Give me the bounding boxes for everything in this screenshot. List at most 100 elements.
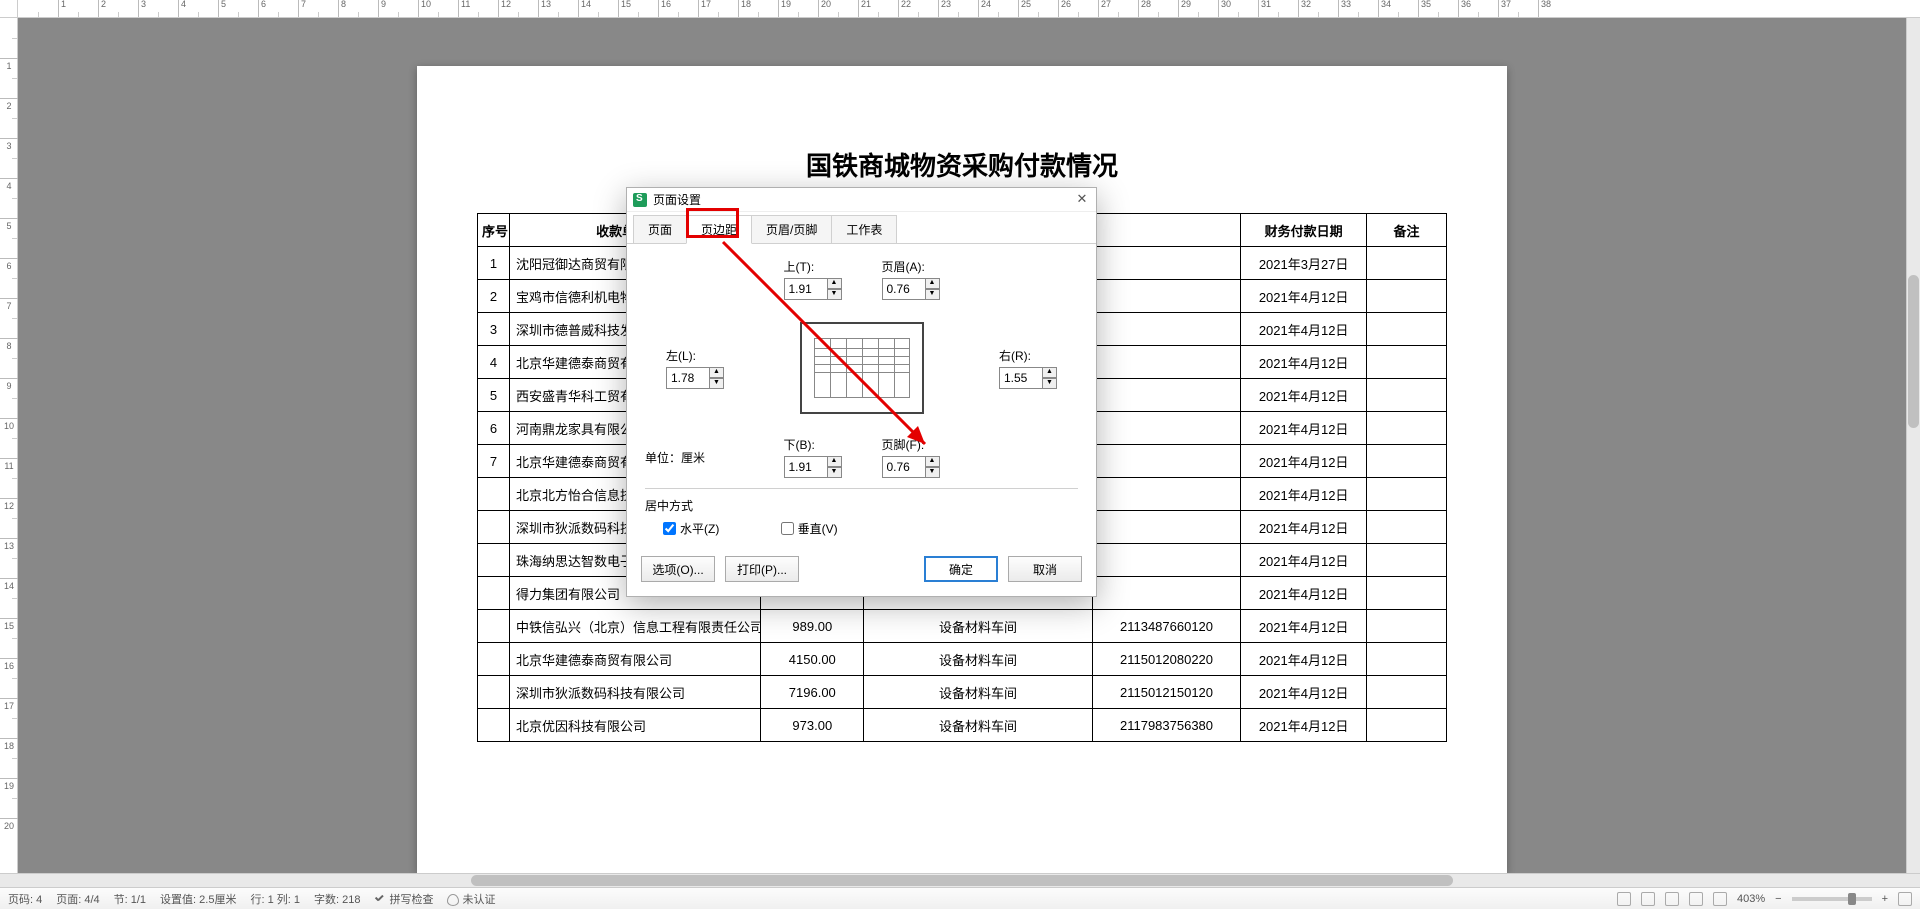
margin-footer-label: 页脚(F): (882, 436, 940, 453)
view-mode-icon-1[interactable] (1617, 892, 1631, 906)
margin-left-input[interactable] (666, 367, 710, 389)
tab-margin[interactable]: 页边距 (686, 215, 752, 244)
view-mode-icon-3[interactable] (1665, 892, 1679, 906)
margin-right-up[interactable]: ▲ (1043, 367, 1057, 378)
margin-header-up[interactable]: ▲ (926, 278, 940, 289)
th-note: 备注 (1366, 214, 1446, 247)
cell-acct: 2115012080220 (1092, 643, 1241, 676)
cell-acct (1092, 280, 1241, 313)
cell-idx: 1 (478, 247, 510, 280)
cell-date: 2021年4月12日 (1241, 577, 1367, 610)
cell-note (1366, 610, 1446, 643)
status-auth[interactable]: 未认证 (447, 891, 495, 907)
dialog-title: 页面设置 (653, 191, 1074, 208)
vertical-ruler: 1234567891011121314151617181920 (0, 18, 18, 873)
document-title: 国铁商城物资采购付款情况 (477, 146, 1447, 183)
status-spell[interactable]: 拼写检查 (374, 891, 433, 907)
center-mode-label: 居中方式 (645, 497, 1078, 514)
cell-note (1366, 346, 1446, 379)
zoom-slider[interactable] (1792, 897, 1872, 901)
cell-note (1366, 511, 1446, 544)
cell-acct (1092, 346, 1241, 379)
cell-amt: 973.00 (761, 709, 864, 742)
zoom-out-button[interactable]: − (1775, 893, 1781, 905)
margin-footer-up[interactable]: ▲ (926, 456, 940, 467)
th-idx: 序号 (478, 214, 510, 247)
margin-right-down[interactable]: ▼ (1043, 378, 1057, 389)
margin-right-input[interactable] (999, 367, 1043, 389)
cell-idx (478, 676, 510, 709)
cell-acct (1092, 478, 1241, 511)
cell-idx: 7 (478, 445, 510, 478)
cell-acct: 2115012150120 (1092, 676, 1241, 709)
cell-date: 2021年4月12日 (1241, 478, 1367, 511)
cell-note (1366, 643, 1446, 676)
cell-idx (478, 511, 510, 544)
ok-button[interactable]: 确定 (924, 556, 998, 582)
cell-acct (1092, 544, 1241, 577)
status-section: 节: 1/1 (114, 891, 146, 907)
margin-header-label: 页眉(A): (882, 258, 940, 275)
margin-left-up[interactable]: ▲ (710, 367, 724, 378)
vertical-scrollbar[interactable] (1906, 18, 1920, 873)
status-setting: 设置值: 2.5厘米 (160, 891, 236, 907)
view-mode-icon-4[interactable] (1689, 892, 1703, 906)
cancel-button[interactable]: 取消 (1008, 556, 1082, 582)
wps-app-icon (633, 193, 647, 207)
status-rowcol: 行: 1 列: 1 (250, 891, 300, 907)
margin-header-input[interactable] (882, 278, 926, 300)
cell-date: 2021年3月27日 (1241, 247, 1367, 280)
cell-acct (1092, 313, 1241, 346)
spellcheck-icon (374, 894, 386, 906)
zoom-slider-knob[interactable] (1848, 893, 1856, 905)
margin-footer-group: 页脚(F): ▲▼ (882, 436, 940, 478)
options-button[interactable]: 选项(O)... (641, 556, 715, 582)
horizontal-scrollbar[interactable] (0, 873, 1920, 887)
center-vertical-checkbox[interactable]: 垂直(V) (781, 520, 838, 537)
margin-right-label: 右(R): (999, 347, 1057, 364)
fullscreen-icon[interactable] (1898, 892, 1912, 906)
status-chars: 字数: 218 (314, 891, 360, 907)
margin-bottom-group: 下(B): ▲▼ (784, 436, 842, 478)
tab-header-footer[interactable]: 页眉/页脚 (751, 215, 832, 243)
cell-date: 2021年4月12日 (1241, 445, 1367, 478)
margin-preview (800, 322, 924, 414)
cell-amt: 4150.00 (761, 643, 864, 676)
tab-sheet[interactable]: 工作表 (831, 215, 897, 243)
zoom-in-button[interactable]: + (1882, 893, 1888, 905)
margin-header-down[interactable]: ▼ (926, 289, 940, 300)
view-mode-icon-5[interactable] (1713, 892, 1727, 906)
margin-top-up[interactable]: ▲ (828, 278, 842, 289)
cell-acct (1092, 511, 1241, 544)
view-mode-icon-2[interactable] (1641, 892, 1655, 906)
tab-page[interactable]: 页面 (633, 215, 687, 243)
cell-name: 北京华建德泰商贸有限公司 (509, 643, 760, 676)
margin-top-input[interactable] (784, 278, 828, 300)
cell-acct (1092, 577, 1241, 610)
cell-acct (1092, 445, 1241, 478)
cell-name: 深圳市狄派数码科技有限公司 (509, 676, 760, 709)
cell-note (1366, 412, 1446, 445)
cell-note (1366, 709, 1446, 742)
margin-footer-down[interactable]: ▼ (926, 467, 940, 478)
horizontal-scroll-thumb[interactable] (471, 875, 1453, 886)
cell-note (1366, 544, 1446, 577)
print-button[interactable]: 打印(P)... (725, 556, 799, 582)
margin-bottom-input[interactable] (784, 456, 828, 478)
zoom-value[interactable]: 403% (1737, 893, 1765, 905)
cell-acct (1092, 247, 1241, 280)
table-row: 北京华建德泰商贸有限公司4150.00设备材料车间211501208022020… (478, 643, 1447, 676)
dialog-footer: 选项(O)... 打印(P)... 确定 取消 (627, 546, 1096, 596)
margin-top-down[interactable]: ▼ (828, 289, 842, 300)
cell-idx: 5 (478, 379, 510, 412)
close-icon[interactable]: ✕ (1074, 192, 1090, 208)
margin-bottom-up[interactable]: ▲ (828, 456, 842, 467)
center-horizontal-checkbox[interactable]: 水平(Z) (663, 520, 719, 537)
dialog-titlebar[interactable]: 页面设置 ✕ (627, 188, 1096, 212)
vertical-scroll-thumb[interactable] (1908, 275, 1919, 429)
cell-date: 2021年4月12日 (1241, 709, 1367, 742)
cell-name: 北京优因科技有限公司 (509, 709, 760, 742)
margin-left-down[interactable]: ▼ (710, 378, 724, 389)
margin-bottom-down[interactable]: ▼ (828, 467, 842, 478)
margin-footer-input[interactable] (882, 456, 926, 478)
